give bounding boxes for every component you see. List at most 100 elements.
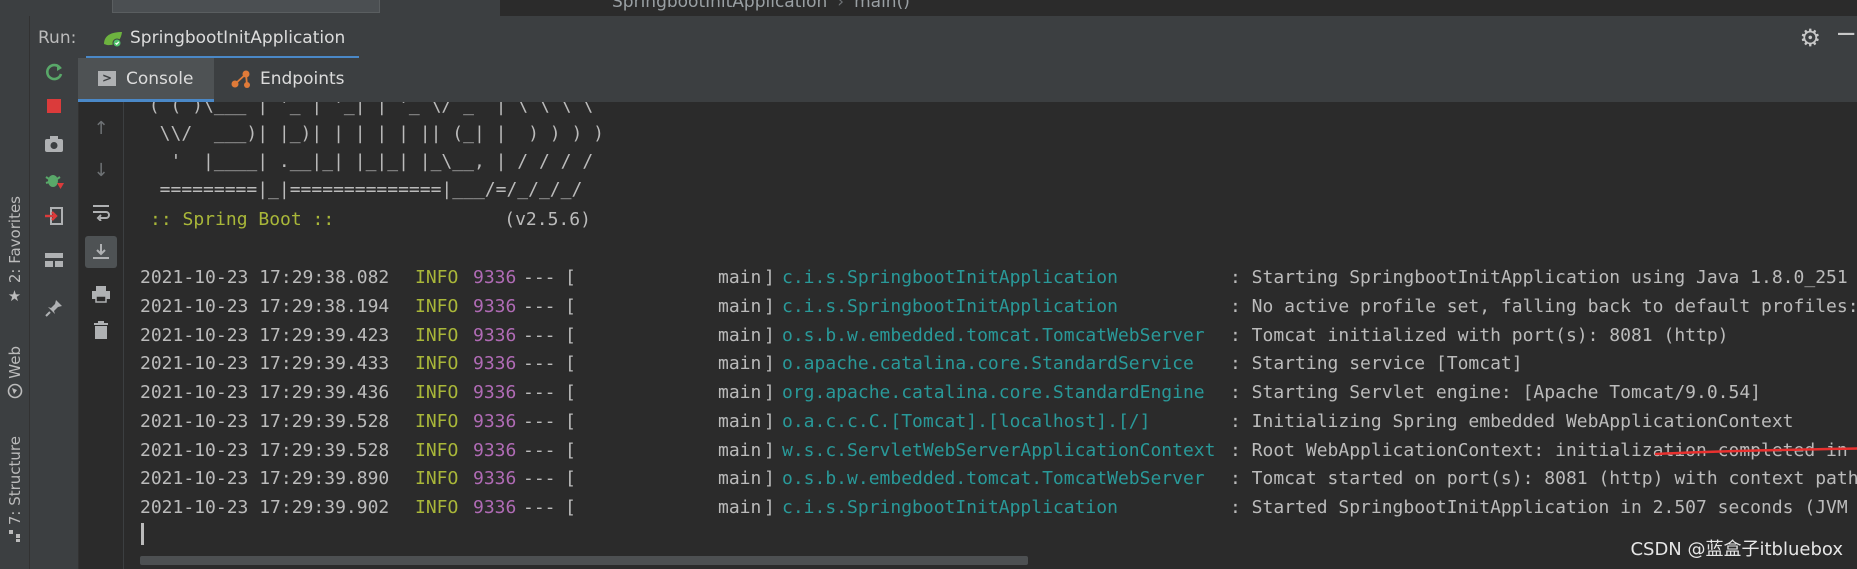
- log-logger: c.i.s.SpringbootInitApplication: [782, 267, 1118, 288]
- log-pid: 9336: [473, 353, 517, 375]
- log-thread-close: ]: [764, 439, 775, 461]
- log-level: INFO: [415, 439, 459, 461]
- log-thread: main: [718, 295, 762, 317]
- banner-line: \\/ ___)| |_)| | | | | || (_| | ) ) ) ): [138, 123, 604, 144]
- log-pid: 9336: [473, 295, 517, 317]
- log-separator: ---: [523, 382, 556, 403]
- breadcrumb-item-method[interactable]: main(): [854, 0, 910, 12]
- log-thread-open: [: [565, 468, 576, 490]
- log-thread: main: [718, 353, 762, 375]
- run-config-tab-label: SpringbootInitApplication: [130, 28, 346, 48]
- log-thread-open: [: [565, 410, 576, 432]
- console-icon: >: [98, 71, 116, 86]
- run-config-tab[interactable]: SpringbootInitApplication: [86, 20, 360, 59]
- log-thread-close: ]: [764, 267, 775, 288]
- log-level: INFO: [415, 295, 459, 317]
- log-message: : Starting service [Tomcat]: [1230, 353, 1523, 375]
- up-arrow-icon[interactable]: ↑: [85, 112, 117, 144]
- log-logger: w.s.c.ServletWebServerApplicationContext: [782, 439, 1216, 461]
- log-logger: c.i.s.SpringbootInitApplication: [782, 295, 1118, 317]
- run-tool-window-header: Run: SpringbootInitApplication ⚙ −: [30, 16, 1857, 59]
- log-pid: 9336: [473, 382, 517, 403]
- print-icon[interactable]: [85, 278, 117, 310]
- log-line: 2021-10-23 17:29:38.194 INFO 9336 --- [main]…: [140, 293, 1857, 321]
- log-message: : No active profile set, falling back to…: [1230, 295, 1857, 317]
- minimize-icon[interactable]: −: [1835, 19, 1857, 49]
- scroll-to-end-icon[interactable]: [85, 236, 117, 268]
- log-timestamp: 2021-10-23 17:29:39.902: [140, 497, 390, 518]
- log-thread: main: [718, 410, 762, 432]
- log-pid: 9336: [473, 267, 517, 288]
- log-line: 2021-10-23 17:29:39.902 INFO 9336 --- [main]…: [140, 494, 1857, 522]
- log-level: INFO: [415, 382, 459, 403]
- editor-tab-stub[interactable]: [112, 0, 380, 13]
- down-arrow-icon[interactable]: ↓: [85, 154, 117, 186]
- gear-icon[interactable]: ⚙: [1799, 24, 1821, 52]
- spring-boot-icon: [104, 32, 122, 48]
- log-line: 2021-10-23 17:29:39.890 INFO 9336 --- [main]…: [140, 465, 1857, 493]
- trash-icon[interactable]: [85, 314, 117, 346]
- log-message: : Initializing Spring embedded WebApplic…: [1230, 410, 1794, 432]
- log-thread-open: [: [565, 439, 576, 461]
- log-thread-open: [: [565, 382, 576, 403]
- side-tab-web[interactable]: Web: [0, 346, 29, 403]
- log-timestamp: 2021-10-23 17:29:39.433: [140, 353, 390, 375]
- tab-console[interactable]: > Console: [78, 58, 214, 102]
- log-line: 2021-10-23 17:29:39.528 INFO 9336 --- [main]…: [140, 437, 1857, 465]
- log-level: INFO: [415, 353, 459, 375]
- tab-endpoints[interactable]: Endpoints: [220, 58, 355, 100]
- side-tab-web-label: Web: [5, 346, 24, 379]
- log-line: 2021-10-23 17:29:39.436 INFO 9336 --- [main]…: [140, 379, 1857, 407]
- log-logger: o.s.b.w.embedded.tomcat.TomcatWebServer: [782, 468, 1205, 490]
- log-logger: org.apache.catalina.core.StandardEngine: [782, 382, 1205, 403]
- log-logger: o.s.b.w.embedded.tomcat.TomcatWebServer: [782, 324, 1205, 346]
- spring-boot-banner: :: Spring Boot :: (v2.5.6): [150, 206, 591, 234]
- banner-line: ' |____| .__|_| |_|_| |_\__, | / / / /: [138, 151, 594, 172]
- log-thread: main: [718, 324, 762, 346]
- log-thread-open: [: [565, 353, 576, 375]
- layout-button[interactable]: [40, 246, 68, 274]
- debug-button[interactable]: [40, 166, 68, 194]
- log-logger: o.apache.catalina.core.StandardService: [782, 353, 1194, 375]
- banner-line: =========|_|==============|___/=/_/_/_/: [138, 179, 583, 200]
- star-icon: ★: [7, 287, 22, 306]
- layout-icon: [45, 253, 63, 267]
- log-timestamp: 2021-10-23 17:29:39.890: [140, 468, 390, 490]
- editor-breadcrumb-strip: SpringbootInitApplication › main(): [0, 0, 1857, 16]
- log-message: : Started SpringbootInitApplication in 2…: [1230, 497, 1848, 518]
- log-message: : Starting Servlet engine: [Apache Tomca…: [1230, 382, 1762, 403]
- log-thread-close: ]: [764, 410, 775, 432]
- rerun-button[interactable]: [40, 58, 68, 86]
- console-output[interactable]: ( ( )\___ | '_ | '_| | '_ \/ _` | \ \ \ …: [124, 102, 1857, 550]
- dump-threads-button[interactable]: [40, 130, 68, 158]
- log-separator: ---: [523, 267, 556, 288]
- log-thread: main: [718, 382, 762, 403]
- log-thread-open: [: [565, 324, 576, 346]
- log-thread: main: [718, 439, 762, 461]
- log-thread: main: [718, 468, 762, 490]
- log-timestamp: 2021-10-23 17:29:39.423: [140, 324, 390, 346]
- pin-icon: [45, 300, 62, 317]
- exit-button[interactable]: [40, 202, 68, 230]
- side-tab-favorites[interactable]: 2: Favorites ★: [0, 196, 29, 305]
- log-thread-open: [: [565, 295, 576, 317]
- soft-wrap-icon[interactable]: [85, 196, 117, 228]
- side-tab-structure[interactable]: 7: Structure: [0, 436, 29, 547]
- camera-icon: [45, 136, 63, 152]
- stop-button[interactable]: [40, 92, 68, 120]
- breadcrumb-separator: ›: [837, 0, 845, 12]
- log-pid: 9336: [473, 439, 517, 461]
- log-timestamp: 2021-10-23 17:29:39.436: [140, 382, 390, 403]
- run-label: Run:: [38, 28, 77, 48]
- breadcrumb-item-class[interactable]: SpringbootInitApplication: [612, 0, 827, 12]
- pin-button[interactable]: [40, 294, 68, 322]
- exit-icon: [45, 207, 63, 225]
- horizontal-scrollbar[interactable]: [140, 556, 1028, 565]
- globe-icon: [7, 383, 23, 403]
- log-timestamp: 2021-10-23 17:29:38.082: [140, 267, 390, 288]
- text-caret: [141, 523, 144, 545]
- log-level: INFO: [415, 267, 459, 288]
- log-separator: ---: [523, 468, 556, 490]
- tab-endpoints-label: Endpoints: [260, 69, 345, 89]
- log-logger: c.i.s.SpringbootInitApplication: [782, 497, 1118, 518]
